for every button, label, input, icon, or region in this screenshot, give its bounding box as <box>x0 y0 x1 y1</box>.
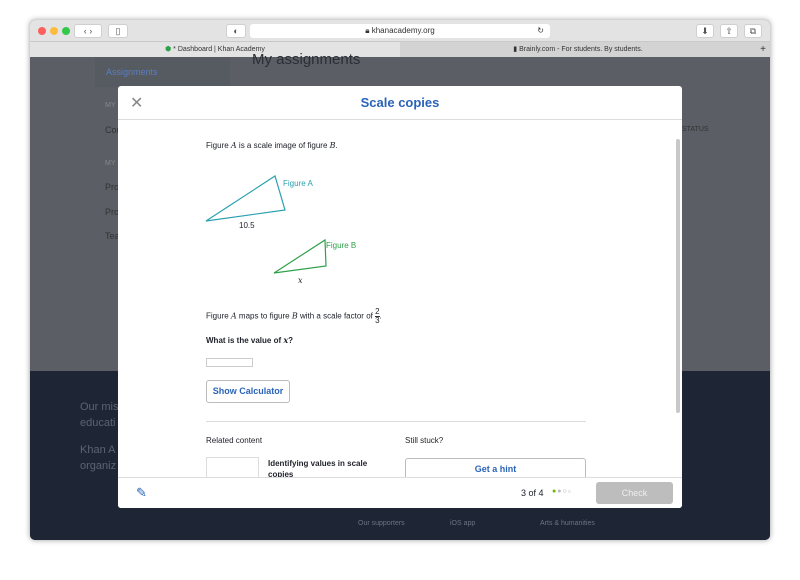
modal-footer: ✎ 3 of 4 ●●○○ Check <box>118 477 682 508</box>
scratchpad-icon[interactable]: ✎ <box>136 485 147 501</box>
related-content-heading: Related content <box>206 436 263 445</box>
scrollbar[interactable] <box>676 139 680 413</box>
close-window-button[interactable] <box>38 27 46 35</box>
scale-factor-statement: Figure A maps to figure B with a scale f… <box>206 307 382 325</box>
answer-input[interactable] <box>206 358 253 367</box>
modal-body: Figure A is a scale image of figure B. F… <box>118 121 682 477</box>
related-item-link[interactable]: Identifying values in scale copies <box>268 458 378 477</box>
reload-icon[interactable]: ↻ <box>537 24 544 38</box>
share-icon[interactable]: ⇧ <box>720 24 738 38</box>
progress-dots: ●●○○ <box>552 488 572 495</box>
sidebar-heading: MY <box>105 160 116 167</box>
question: What is the value of x? <box>206 335 294 345</box>
new-tab-button[interactable]: + <box>756 42 770 57</box>
footer-link[interactable]: Our supporters <box>358 520 405 527</box>
sidebar-item[interactable]: Pro <box>105 207 119 217</box>
modal-title: Scale copies <box>360 95 440 110</box>
sidebar-heading: MY <box>105 102 116 109</box>
still-stuck-heading: Still stuck? <box>405 436 444 445</box>
sidebar-assignments[interactable]: Assignments <box>106 67 158 77</box>
divider <box>206 421 586 422</box>
figure-b-triangle <box>273 238 327 274</box>
back-forward-buttons[interactable]: ‹ › <box>74 24 102 38</box>
khan-logo-icon: ⬢ <box>165 46 172 53</box>
progress-text: 3 of 4 <box>521 488 544 498</box>
problem-intro: Figure A is a scale image of figure B. <box>206 141 338 150</box>
sidebar-item[interactable]: Pro <box>105 182 119 192</box>
zoom-window-button[interactable] <box>62 27 70 35</box>
footer-text: Our mis <box>80 401 119 413</box>
download-icon[interactable]: ⬇ <box>696 24 714 38</box>
get-hint-button[interactable]: Get a hint <box>405 458 586 477</box>
privacy-icon[interactable]: ◐ <box>226 24 246 38</box>
exercise-modal: ✕ Scale copies Figure A is a scale image… <box>118 86 682 508</box>
sidebar-icon[interactable]: ▯ <box>108 24 128 38</box>
figure-b-label: Figure B <box>326 241 357 250</box>
browser-toolbar: ‹ › ▯ ◐ 🔒︎ khanacademy.org ↻ ⬇ ⇧ ⧉ <box>30 20 770 42</box>
related-thumbnail[interactable] <box>206 457 259 477</box>
show-calculator-button[interactable]: Show Calculator <box>206 380 290 403</box>
figure-a-triangle <box>205 175 286 222</box>
tab-bar: ⬢ * Dashboard | Khan Academy ▮ Brainly.c… <box>30 42 770 57</box>
minimize-window-button[interactable] <box>50 27 58 35</box>
figure-b-side-label: x <box>298 276 303 285</box>
check-button[interactable]: Check <box>596 482 673 504</box>
footer-text: educati <box>80 417 116 429</box>
footer-link[interactable]: Arts & humanities <box>540 520 595 527</box>
figure-a-label: Figure A <box>283 179 313 188</box>
modal-header: ✕ Scale copies <box>118 86 682 120</box>
footer-text: Khan A <box>80 444 116 456</box>
brainly-logo-icon: ▮ <box>513 46 518 53</box>
footer-link[interactable]: iOS app <box>450 520 475 527</box>
tab-brainly[interactable]: ▮ Brainly.com - For students. By student… <box>400 42 756 57</box>
status-column-header: STATUS <box>682 126 709 133</box>
tabs-overview-icon[interactable]: ⧉ <box>744 24 762 38</box>
page-title: My assignments <box>252 51 361 68</box>
figure-a-side-label: 10.5 <box>239 221 255 230</box>
footer-text: organiz <box>80 460 117 472</box>
address-bar[interactable]: 🔒︎ khanacademy.org ↻ <box>250 24 550 38</box>
